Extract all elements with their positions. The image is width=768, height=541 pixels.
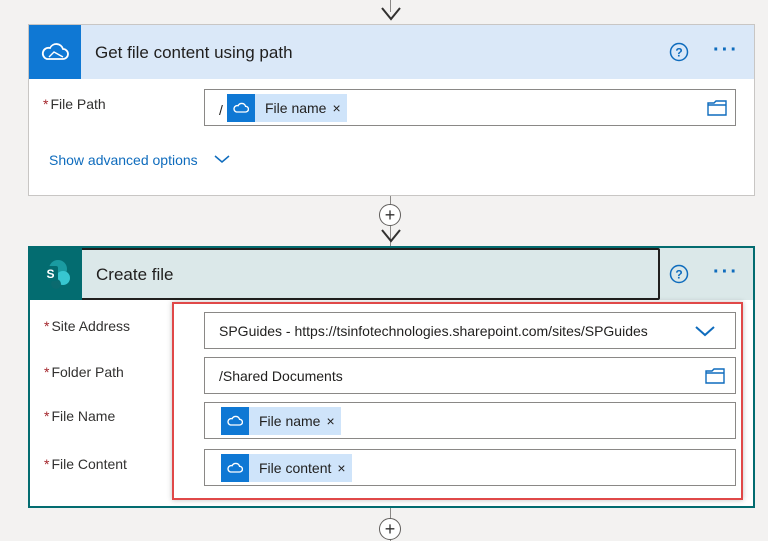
action-title: Create file: [96, 265, 174, 284]
file-content-label: * File Content: [44, 456, 127, 472]
show-advanced-options-link[interactable]: Show advanced options: [49, 152, 198, 168]
add-step-button[interactable]: +: [379, 518, 401, 540]
sharepoint-icon: S: [30, 248, 82, 300]
highlight-box: [172, 302, 743, 500]
card-header[interactable]: Get file content using path ? ···: [29, 25, 754, 79]
folder-path-label: * Folder Path: [44, 364, 124, 380]
file-path-label: * File Path: [43, 96, 106, 112]
help-icon[interactable]: ?: [669, 264, 689, 284]
svg-text:S: S: [46, 267, 54, 281]
folder-picker-icon[interactable]: [707, 100, 727, 116]
arrow-down-icon: [381, 229, 401, 243]
svg-text:?: ?: [675, 46, 682, 60]
path-prefix: /: [219, 102, 223, 118]
help-icon[interactable]: ?: [669, 42, 689, 62]
get-file-content-card: Get file content using path ? ··· * File …: [28, 24, 755, 196]
file-path-input[interactable]: / File name ×: [204, 89, 736, 126]
add-step-button[interactable]: +: [379, 204, 401, 226]
card-header[interactable]: S Create file ? ···: [30, 248, 753, 300]
file-name-label: * File Name: [44, 408, 116, 424]
svg-text:?: ?: [675, 268, 682, 282]
onedrive-cloud-icon: [29, 25, 81, 79]
chevron-down-icon[interactable]: [214, 154, 230, 164]
file-name-token[interactable]: File name ×: [227, 94, 347, 122]
site-address-label: * Site Address: [44, 318, 131, 334]
token-label: File name: [265, 100, 327, 116]
arrow-down-icon: [381, 7, 401, 21]
action-title: Get file content using path: [95, 43, 293, 62]
token-remove-icon[interactable]: ×: [332, 100, 346, 116]
onedrive-cloud-icon: [227, 94, 255, 122]
more-options-icon[interactable]: ···: [713, 261, 739, 284]
more-options-icon[interactable]: ···: [713, 39, 739, 62]
